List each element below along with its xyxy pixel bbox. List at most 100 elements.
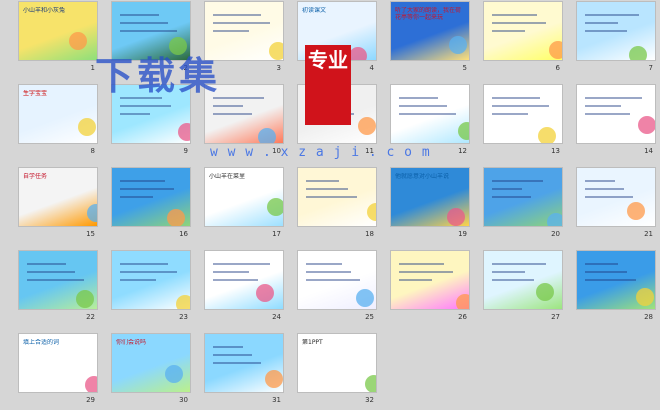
slide-illustration — [458, 122, 469, 140]
slide-number: 32 — [365, 396, 374, 404]
slide-text: 初读课文 — [302, 7, 327, 14]
slide-illustration — [76, 290, 94, 308]
slide-text-line — [492, 22, 546, 24]
slide-thumbnail[interactable] — [19, 251, 97, 309]
slide-thumbnail[interactable] — [112, 251, 190, 309]
slide-text-line — [399, 271, 453, 273]
slide-thumbnail[interactable] — [577, 168, 655, 226]
slide-number: 9 — [183, 147, 188, 155]
slide-thumbnail[interactable] — [298, 251, 376, 309]
slide-text-line — [213, 362, 261, 364]
slide-thumbnail[interactable] — [577, 251, 655, 309]
slide-illustration — [265, 370, 283, 388]
slide-thumbnail[interactable] — [484, 168, 562, 226]
slide-thumbnail[interactable] — [484, 2, 562, 60]
slide-thumbnail[interactable]: 听了大家的朗读，我在荷花亭等你一起来玩 — [391, 2, 469, 60]
slide-thumbnail[interactable] — [112, 168, 190, 226]
slide-text-line — [492, 196, 531, 198]
slide-thumbnail[interactable] — [112, 85, 190, 143]
slide-illustration — [456, 294, 469, 309]
slide-text-line — [213, 346, 243, 348]
slide-thumbnail[interactable]: 你们会说吗 — [112, 334, 190, 392]
slide-thumbnail[interactable] — [205, 85, 283, 143]
slide-number: 31 — [272, 396, 281, 404]
slide-thumbnail[interactable]: 自学任务 — [19, 168, 97, 226]
slide-illustration — [178, 123, 190, 141]
slide-number: 11 — [365, 147, 374, 155]
slide-text-line — [213, 113, 252, 115]
slide-thumbnail[interactable] — [112, 2, 190, 60]
slide-text-line — [492, 30, 525, 32]
slide-illustration — [349, 47, 367, 60]
slide-illustration — [636, 288, 654, 306]
slide-thumbnail[interactable] — [298, 85, 376, 143]
slide-illustration — [258, 128, 276, 143]
slide-text-line — [213, 22, 270, 24]
slide-thumbnail[interactable]: 他就愿意对小山羊说 — [391, 168, 469, 226]
slide-thumbnail[interactable] — [484, 85, 562, 143]
slide-thumbnail[interactable]: 填上合适的词 — [19, 334, 97, 392]
slide-text: 听了大家的朗读，我在荷花亭等你一起来玩 — [395, 7, 462, 21]
slide-text-line — [585, 263, 618, 265]
slide-text-line — [213, 14, 261, 16]
slide-number: 12 — [458, 147, 467, 155]
slide-thumbnail[interactable] — [205, 2, 283, 60]
slide-text-line — [120, 105, 171, 107]
slide-illustration — [549, 41, 562, 59]
slide-illustration — [449, 36, 467, 54]
slide-text-line — [213, 354, 252, 356]
slide-text-line — [585, 22, 618, 24]
slide-thumbnail[interactable] — [577, 85, 655, 143]
slide-text-line — [585, 97, 642, 99]
slide-text-line — [120, 14, 159, 16]
slide-thumbnail[interactable] — [577, 2, 655, 60]
slide-text-line — [399, 97, 438, 99]
slide-thumbnail[interactable]: 生字宝宝 — [19, 85, 97, 143]
slide-thumbnail[interactable] — [391, 251, 469, 309]
slide-thumbnail[interactable]: 小山羊和小灰兔 — [19, 2, 97, 60]
slide-text-line — [399, 279, 432, 281]
slide-illustration — [365, 375, 376, 392]
slide-thumbnail[interactable] — [205, 334, 283, 392]
slide-text-line — [492, 14, 537, 16]
slide-number: 24 — [272, 313, 281, 321]
slide-text-line — [120, 279, 156, 281]
slide-number: 15 — [86, 230, 95, 238]
slide-text-line — [213, 97, 264, 99]
slide-text-line — [492, 188, 522, 190]
slide-text: 填上合适的词 — [23, 339, 60, 346]
slide-thumbnail[interactable] — [298, 168, 376, 226]
slide-text-line — [27, 263, 66, 265]
slide-text-line — [120, 30, 177, 32]
slide-text-line — [492, 97, 540, 99]
slide-thumbnail[interactable] — [391, 85, 469, 143]
slide-text-line — [120, 196, 153, 198]
slide-text-line — [213, 30, 249, 32]
slide-thumbnail[interactable] — [484, 251, 562, 309]
slide-text: 第1PPT — [302, 339, 323, 346]
slide-number: 4 — [369, 64, 374, 72]
slide-text-line — [585, 180, 615, 182]
slide-text: 生字宝宝 — [23, 90, 48, 97]
slide-number: 19 — [458, 230, 467, 238]
slide-number: 27 — [551, 313, 560, 321]
slide-thumbnail[interactable]: 第1PPT — [298, 334, 376, 392]
slide-text: 自学任务 — [23, 173, 48, 180]
slide-number: 25 — [365, 313, 374, 321]
slide-text-line — [120, 271, 177, 273]
slide-text-line — [585, 30, 627, 32]
slide-illustration — [165, 365, 183, 383]
slide-text-line — [585, 188, 624, 190]
slide-thumbnail[interactable]: 小山羊在菜里 — [205, 168, 283, 226]
slide-text-line — [213, 279, 258, 281]
slide-number: 13 — [551, 147, 560, 155]
slide-illustration — [358, 117, 376, 135]
slide-text-line — [27, 279, 84, 281]
slide-sorter-grid: 小山羊和小灰兔 1 2 3 初读课文 4 听了大家的朗读，我在荷花亭等你一起来玩 5 6 7 生字宝… — [0, 0, 660, 410]
slide-illustration — [367, 203, 376, 221]
slide-number: 22 — [86, 313, 95, 321]
slide-text-line — [213, 263, 270, 265]
slide-text-line — [492, 105, 549, 107]
slide-thumbnail[interactable]: 初读课文 — [298, 2, 376, 60]
slide-thumbnail[interactable] — [205, 251, 283, 309]
